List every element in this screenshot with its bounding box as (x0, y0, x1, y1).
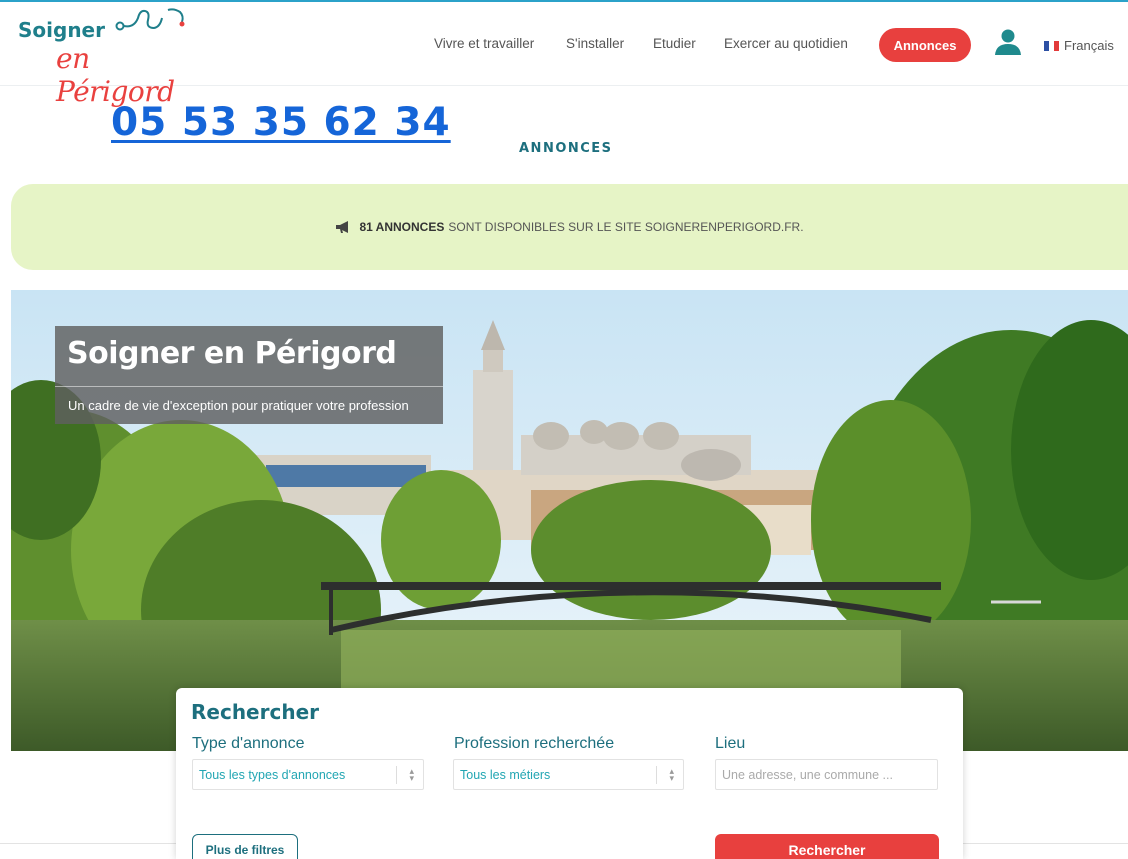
page-title: ANNONCES (519, 141, 613, 156)
annonces-button[interactable]: Annonces (879, 28, 971, 62)
type-annonce-value: Tous les types d'annonces (199, 768, 346, 782)
announcements-count: 81 ANNONCES (359, 220, 445, 234)
megaphone-icon (336, 221, 349, 233)
profession-label: Profession recherchée (454, 735, 615, 752)
nav-exercer-au-quotidien[interactable]: Exercer au quotidien (724, 36, 848, 51)
hero-title: Soigner en Périgord (67, 336, 397, 371)
hero-divider (55, 386, 443, 387)
hero-caption: Soigner en Périgord Un cadre de vie d'ex… (55, 326, 443, 424)
profession-select[interactable]: Tous les métiers ▴ ▾ (453, 759, 684, 790)
search-title: Rechercher (191, 700, 320, 724)
more-filters-button[interactable]: Plus de filtres (192, 834, 298, 859)
site-header: Soigner en Périgord Vivre et travailler … (0, 2, 1128, 108)
select-separator (656, 766, 657, 784)
announcements-text: SONT DISPONIBLES SUR LE SITE SOIGNERENPE… (448, 220, 804, 234)
nav-etudier[interactable]: Etudier (653, 36, 696, 51)
phone-number-link[interactable]: 05 53 35 62 34 (111, 100, 451, 145)
search-panel: Rechercher Type d'annonce Tous les types… (176, 688, 963, 859)
nav-s-installer[interactable]: S'installer (566, 36, 624, 51)
select-separator (396, 766, 397, 784)
lieu-input[interactable]: Une adresse, une commune ... (715, 759, 938, 790)
site-logo[interactable]: Soigner en Périgord (16, 6, 196, 108)
lieu-placeholder: Une adresse, une commune ... (722, 768, 893, 782)
flag-fr-icon (1044, 40, 1059, 51)
type-annonce-select[interactable]: Tous les types d'annonces ▴ ▾ (192, 759, 424, 790)
logo-line-2: en Périgord (56, 42, 175, 108)
hero-banner: Soigner en Périgord Un cadre de vie d'ex… (11, 290, 1128, 751)
user-icon[interactable] (993, 28, 1023, 56)
logo-line-1: Soigner (18, 18, 105, 42)
nav-vivre-et-travailler[interactable]: Vivre et travailler (434, 36, 534, 51)
language-label: Français (1064, 38, 1114, 53)
select-arrows-icon: ▴ ▾ (409, 766, 414, 783)
hero-subtitle: Un cadre de vie d'exception pour pratiqu… (68, 398, 409, 413)
search-submit-button[interactable]: Rechercher (715, 834, 939, 859)
stethoscope-icon (115, 8, 185, 31)
announcements-notice: 81 ANNONCES SONT DISPONIBLES SUR LE SITE… (11, 184, 1128, 270)
language-selector[interactable]: Français (1044, 38, 1114, 53)
profession-value: Tous les métiers (460, 768, 551, 782)
type-annonce-label: Type d'annonce (192, 735, 305, 752)
lieu-label: Lieu (715, 735, 746, 752)
select-arrows-icon: ▴ ▾ (669, 766, 674, 783)
